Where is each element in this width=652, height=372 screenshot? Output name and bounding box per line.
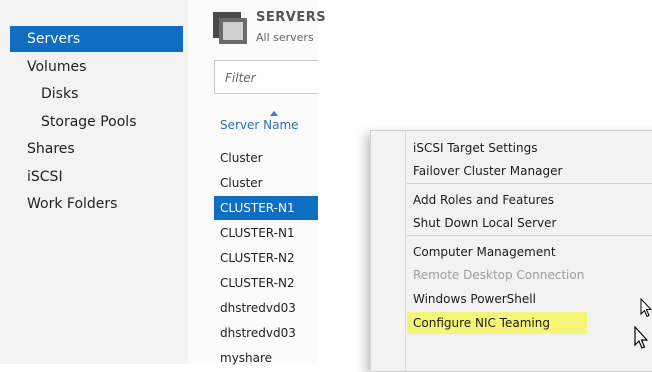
menu-item-failover-cluster-manager[interactable]: Failover Cluster Manager [407, 160, 647, 182]
mouse-pointer-icon [640, 297, 652, 322]
menu-item-iscsi-target-settings[interactable]: iSCSI Target Settings [407, 137, 647, 159]
page-title: SERVERS [256, 10, 327, 25]
sort-ascending-icon [270, 111, 278, 116]
table-row[interactable]: Cluster [214, 171, 318, 195]
mouse-pointer-icon [634, 325, 649, 354]
nav-item-shares[interactable]: Shares [10, 136, 183, 162]
nav-item-iscsi[interactable]: iSCSI [10, 164, 183, 190]
table-row[interactable]: Cluster [214, 146, 318, 170]
menu-item-shut-down-local-server[interactable]: Shut Down Local Server [407, 212, 647, 234]
server-group-icon [213, 12, 247, 50]
nav-item-work-folders[interactable]: Work Folders [10, 191, 183, 217]
menu-icon-gutter [405, 131, 406, 371]
menu-separator [407, 235, 652, 236]
filter-input[interactable]: Filter [214, 60, 318, 94]
page-subtitle: All servers [256, 31, 314, 44]
context-menu: iSCSI Target Settings Failover Cluster M… [370, 130, 652, 372]
table-row-selected[interactable]: CLUSTER-N1 [214, 196, 318, 220]
nav-item-disks[interactable]: Disks [10, 81, 183, 107]
table-row[interactable]: CLUSTER-N2 [214, 246, 318, 270]
nav-item-volumes[interactable]: Volumes [10, 54, 183, 80]
menu-item-configure-nic-teaming[interactable]: Configure NIC Teaming [407, 312, 587, 334]
menu-item-computer-management[interactable]: Computer Management [407, 241, 647, 263]
menu-item-add-roles-and-features[interactable]: Add Roles and Features [407, 189, 647, 211]
servers-pane: SERVERS All servers Filter Server Name C… [188, 0, 326, 365]
navigation-pane: Servers Volumes Disks Storage Pools Shar… [0, 0, 189, 364]
menu-item-remote-desktop-connection: Remote Desktop Connection [413, 268, 585, 282]
nav-item-storage-pools[interactable]: Storage Pools [10, 109, 183, 135]
table-row[interactable]: CLUSTER-N2 [214, 271, 318, 295]
table-row[interactable]: dhstredvd03 [214, 321, 318, 345]
column-header-server-name[interactable]: Server Name [220, 118, 299, 132]
table-row[interactable]: dhstredvd03 [214, 296, 318, 320]
table-row[interactable]: myshare [214, 346, 318, 370]
menu-separator [407, 183, 652, 184]
menu-item-windows-powershell[interactable]: Windows PowerShell [407, 288, 647, 310]
table-row[interactable]: CLUSTER-N1 [214, 221, 318, 245]
nav-item-servers[interactable]: Servers [10, 26, 183, 52]
